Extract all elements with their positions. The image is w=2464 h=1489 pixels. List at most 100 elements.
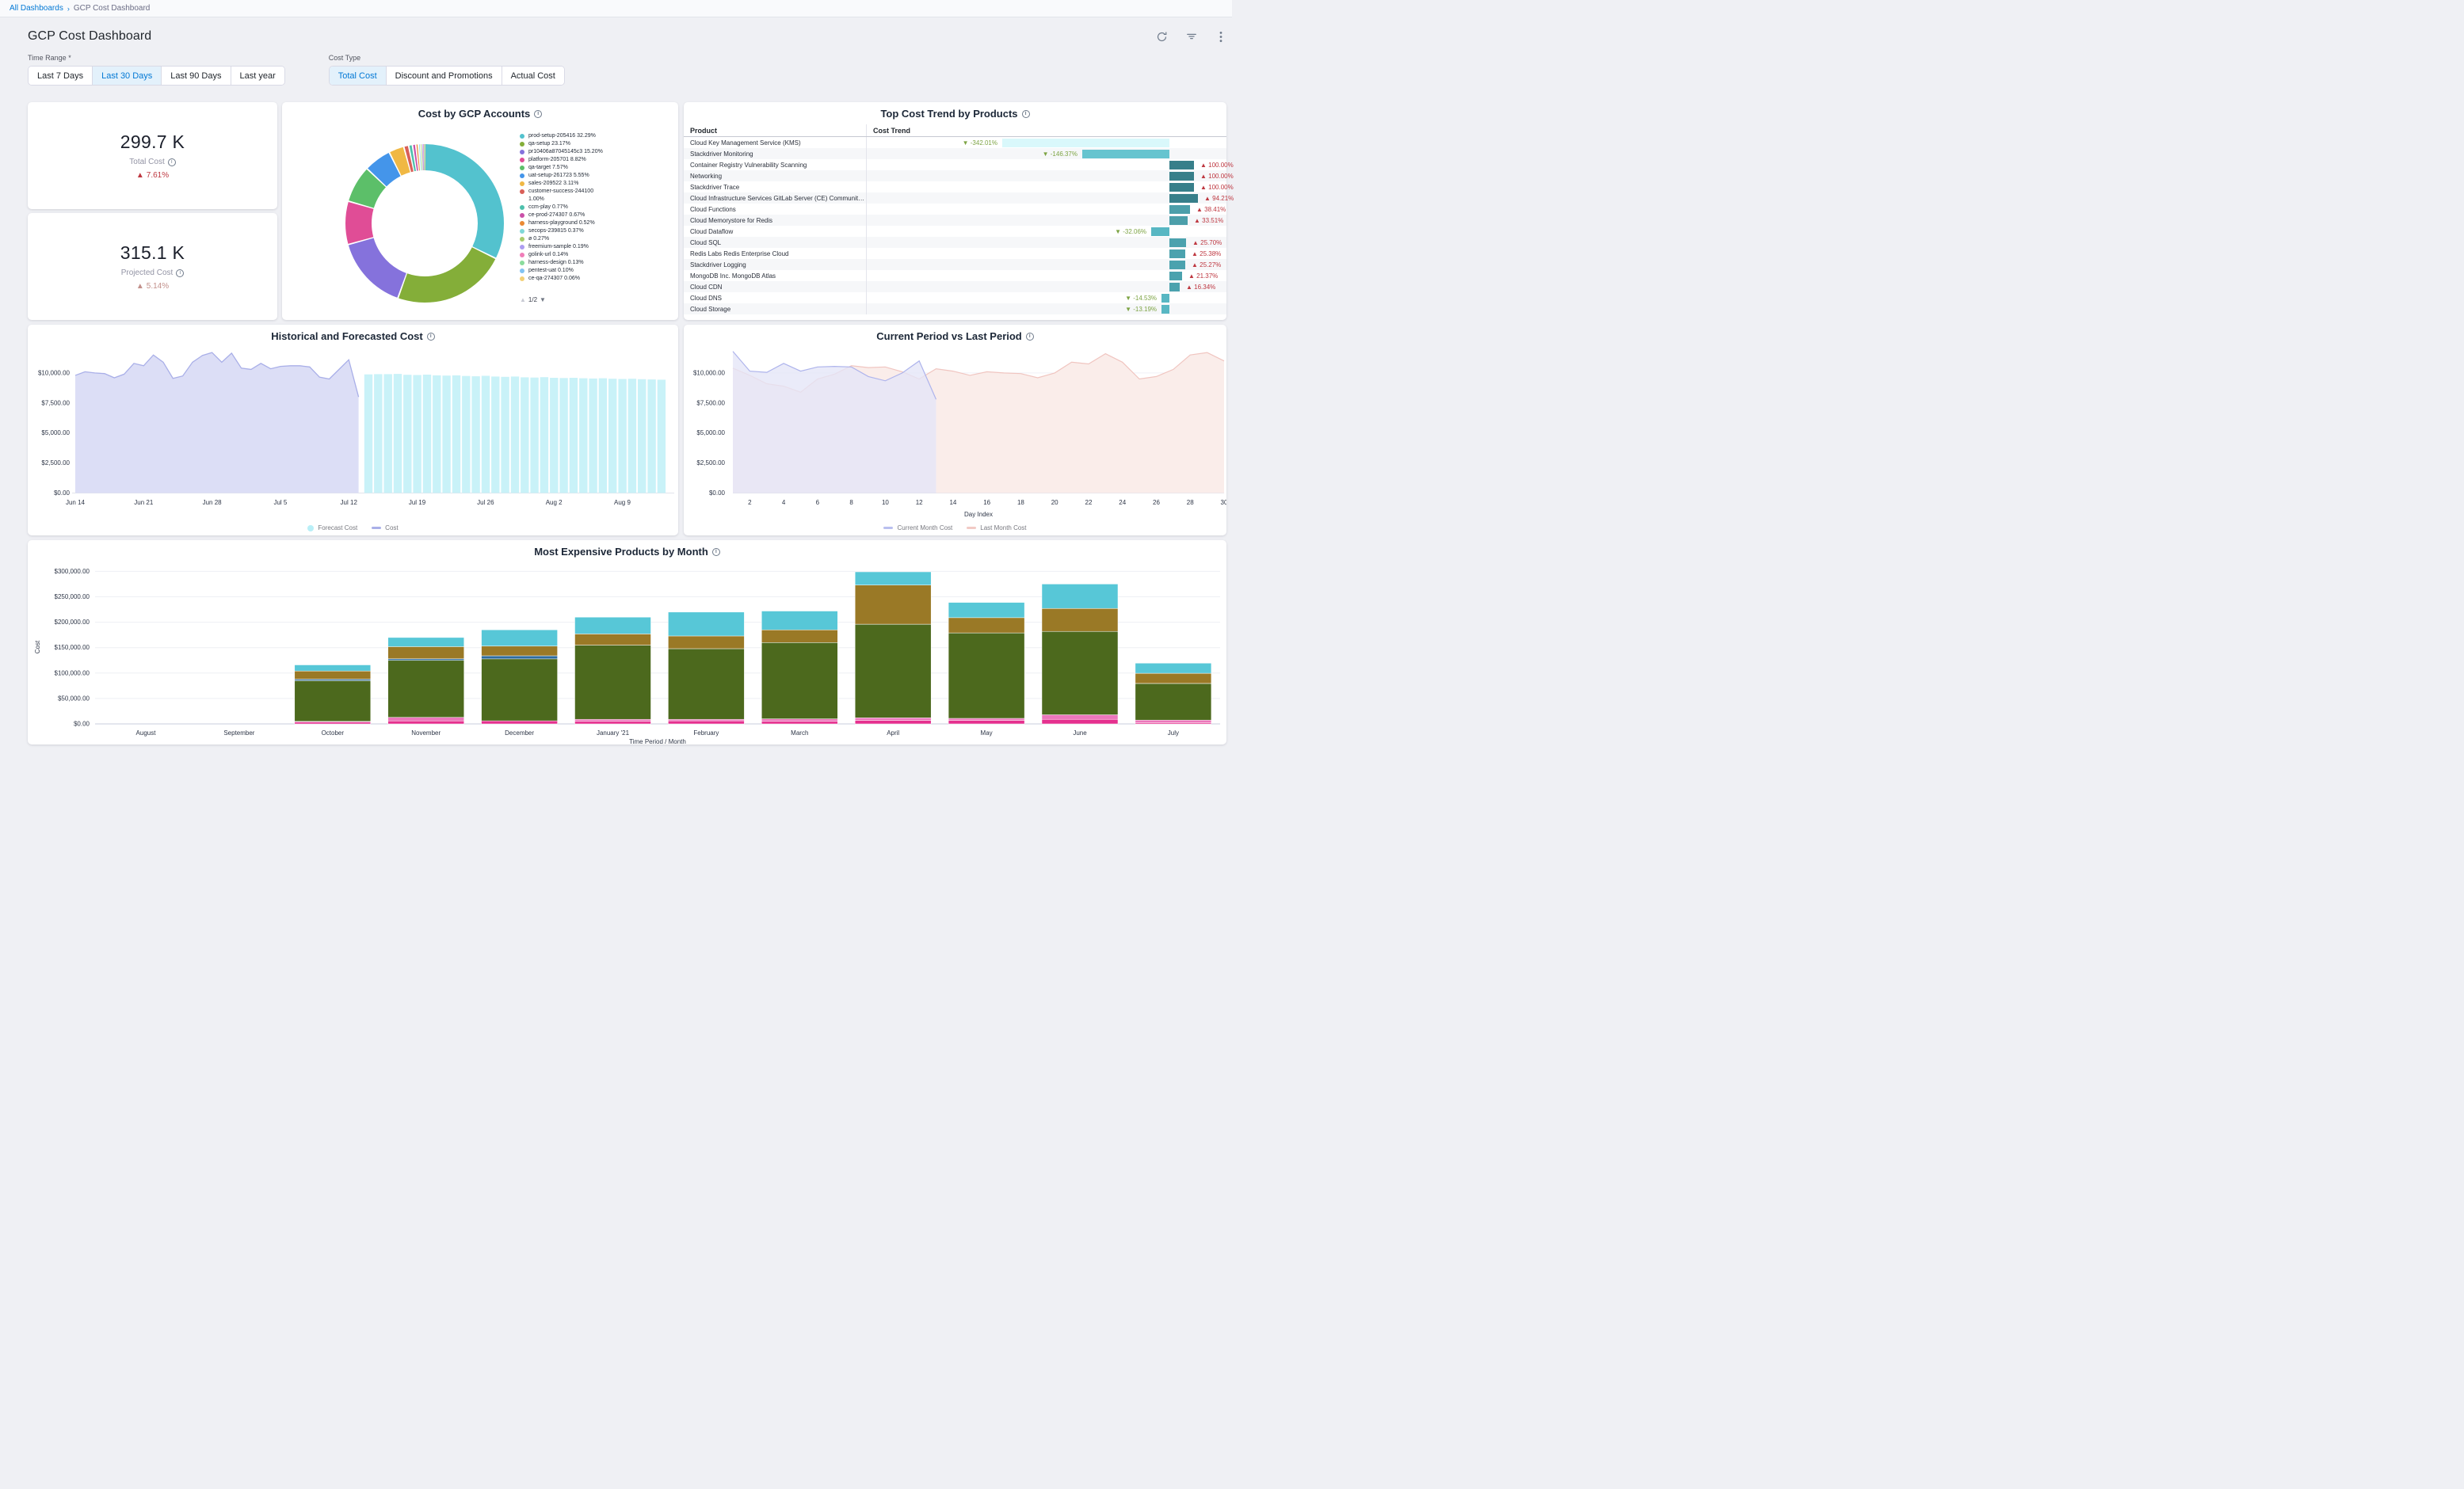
legend-page-up-icon[interactable]: ▲ [520,297,526,303]
stack-segment-cyan-march[interactable] [761,611,837,630]
filter-icon[interactable] [1185,31,1197,43]
legend-item-prod-setup-205416[interactable]: prod-setup-205416 32.29% [520,132,666,140]
table-row-cloud-functions[interactable]: Cloud Functions▲ 38.41% [684,204,1226,215]
stack-segment-brown-june[interactable] [1042,608,1118,631]
legend-item-freemium-sample[interactable]: freemium-sample 0.19% [520,243,666,251]
stack-segment-light-pink-march[interactable] [761,719,837,722]
legend-item-ccm-play[interactable]: ccm-play 0.77% [520,204,666,211]
legend-item-cost[interactable]: Cost [372,524,398,531]
table-row-stackdriver-logging[interactable]: Stackdriver Logging▲ 25.27% [684,259,1226,270]
legend-item-pr10406a87045145c3[interactable]: pr10406a87045145c3 15.20% [520,148,666,156]
stack-segment-magenta-january-21[interactable] [575,722,651,724]
forecast-bar[interactable] [462,376,470,493]
stack-segment-brown-october[interactable] [295,671,371,679]
legend-item-qa-setup[interactable]: qa-setup 23.17% [520,140,666,148]
breadcrumb-link-all-dashboards[interactable]: All Dashboards [10,4,63,13]
legend-item-platform-205701[interactable]: platform-205701 8.82% [520,156,666,164]
stack-segment-brown-november[interactable] [388,646,464,658]
info-icon[interactable]: i [427,333,435,341]
legend-item-uat-setup-261723[interactable]: uat-setup-261723 5.55% [520,172,666,180]
historical-forecast-chart[interactable]: $10,000.00$7,500.00$5,000.00$2,500.00$0.… [28,345,678,520]
stack-segment-olive-green-february[interactable] [668,649,744,719]
expensive-products-chart[interactable]: $300,000.00$250,000.00$200,000.00$150,00… [28,540,1226,744]
refresh-icon[interactable] [1156,31,1168,43]
stack-segment-olive-green-may[interactable] [948,633,1024,718]
legend-item-current-month-cost[interactable]: Current Month Cost [883,524,952,531]
legend-item-sales-209522[interactable]: sales-209522 3.11% [520,180,666,188]
forecast-bar[interactable] [511,376,519,493]
forecast-bar[interactable] [423,375,431,493]
legend-page-down-icon[interactable]: ▼ [540,297,546,303]
stack-segment-blue-november[interactable] [388,659,464,661]
stack-segment-magenta-october[interactable] [295,722,371,724]
table-row-cloud-key-management-service-kms[interactable]: Cloud Key Management Service (KMS)▼ -342… [684,137,1226,148]
forecast-bar[interactable] [364,375,372,493]
table-row-cloud-infrastructure-services-gitlab-ser[interactable]: Cloud Infrastructure Services GitLab Ser… [684,192,1226,204]
stack-segment-brown-march[interactable] [761,630,837,642]
stack-segment-blue-december[interactable] [482,656,558,659]
table-row-cloud-dataflow[interactable]: Cloud Dataflow▼ -32.06% [684,226,1226,237]
forecast-bar[interactable] [482,376,490,493]
kebab-menu-icon[interactable] [1215,31,1226,43]
forecast-bar[interactable] [394,374,402,493]
info-icon[interactable]: i [534,110,542,118]
forecast-bar[interactable] [559,378,567,493]
forecast-bar[interactable] [491,376,499,493]
legend-item-qa-target[interactable]: qa-target 7.57% [520,164,666,172]
legend-item-harness-design[interactable]: harness-design 0.13% [520,259,666,267]
table-row-cloud-cdn[interactable]: Cloud CDN▲ 16.34% [684,281,1226,292]
legend-item-[interactable]: ø 0.27% [520,235,666,243]
stack-segment-cyan-june[interactable] [1042,584,1118,608]
stack-segment-blue-october[interactable] [295,680,371,681]
forecast-bar[interactable] [628,379,636,493]
stack-segment-brown-may[interactable] [948,618,1024,633]
legend-item-pentest-uat[interactable]: pentest-uat 0.10% [520,267,666,275]
stack-segment-olive-green-november[interactable] [388,661,464,718]
forecast-bar[interactable] [579,379,587,493]
legend-item-golink-url[interactable]: golink-url 0.14% [520,251,666,259]
table-row-stackdriver-trace[interactable]: Stackdriver Trace▲ 100.00% [684,181,1226,192]
stack-segment-olive-green-april[interactable] [855,624,931,718]
table-row-stackdriver-monitoring[interactable]: Stackdriver Monitoring▼ -146.37% [684,148,1226,159]
forecast-bar[interactable] [521,377,528,493]
forecast-bar[interactable] [658,379,666,493]
stack-segment-cyan-july[interactable] [1135,663,1211,673]
stack-segment-magenta-may[interactable] [948,721,1024,725]
forecast-bar[interactable] [550,378,558,493]
stack-segment-magenta-december[interactable] [482,721,558,724]
stack-segment-cyan-april[interactable] [855,572,931,585]
forecast-bar[interactable] [647,379,655,493]
forecast-bar[interactable] [403,375,411,493]
legend-item-ce-prod-274307[interactable]: ce-prod-274307 0.67% [520,211,666,219]
stack-segment-light-pink-july[interactable] [1135,720,1211,722]
forecast-bar[interactable] [413,375,421,493]
table-row-cloud-storage[interactable]: Cloud Storage▼ -13.19% [684,303,1226,314]
table-row-mongodb-inc-mongodb-atlas[interactable]: MongoDB Inc. MongoDB Atlas▲ 21.37% [684,270,1226,281]
stack-segment-light-pink-january-21[interactable] [575,719,651,722]
stack-segment-olive-green-january-21[interactable] [575,645,651,720]
info-icon[interactable]: i [176,269,184,277]
stack-segment-magenta-november[interactable] [388,721,464,724]
legend-item-customer-success-244100[interactable]: customer-success-244100 1.00% [520,188,666,204]
legend-item-last-month-cost[interactable]: Last Month Cost [967,524,1026,531]
info-icon[interactable]: i [1026,333,1034,341]
stack-segment-cyan-october[interactable] [295,665,371,672]
table-row-redis-labs-redis-enterprise-cloud[interactable]: Redis Labs Redis Enterprise Cloud▲ 25.38… [684,248,1226,259]
forecast-bar[interactable] [374,374,382,493]
forecast-bar[interactable] [530,378,538,493]
stack-segment-brown-february[interactable] [668,636,744,649]
forecast-bar[interactable] [638,379,646,493]
stack-segment-olive-green-december[interactable] [482,659,558,721]
stack-segment-cyan-february[interactable] [668,612,744,636]
stack-segment-light-pink-april[interactable] [855,718,931,720]
stack-segment-magenta-april[interactable] [855,721,931,725]
forecast-bar[interactable] [471,376,479,493]
time-range-option-last-7-days[interactable]: Last 7 Days [29,67,92,85]
stack-segment-brown-july[interactable] [1135,673,1211,684]
time-range-option-last-30-days[interactable]: Last 30 Days [92,67,161,85]
stack-segment-olive-green-march[interactable] [761,642,837,718]
stack-segment-olive-green-july[interactable] [1135,684,1211,720]
table-row-container-registry-vulnerability-scannin[interactable]: Container Registry Vulnerability Scannin… [684,159,1226,170]
table-row-cloud-sql[interactable]: Cloud SQL▲ 25.70% [684,237,1226,248]
stack-segment-olive-green-october[interactable] [295,680,371,721]
